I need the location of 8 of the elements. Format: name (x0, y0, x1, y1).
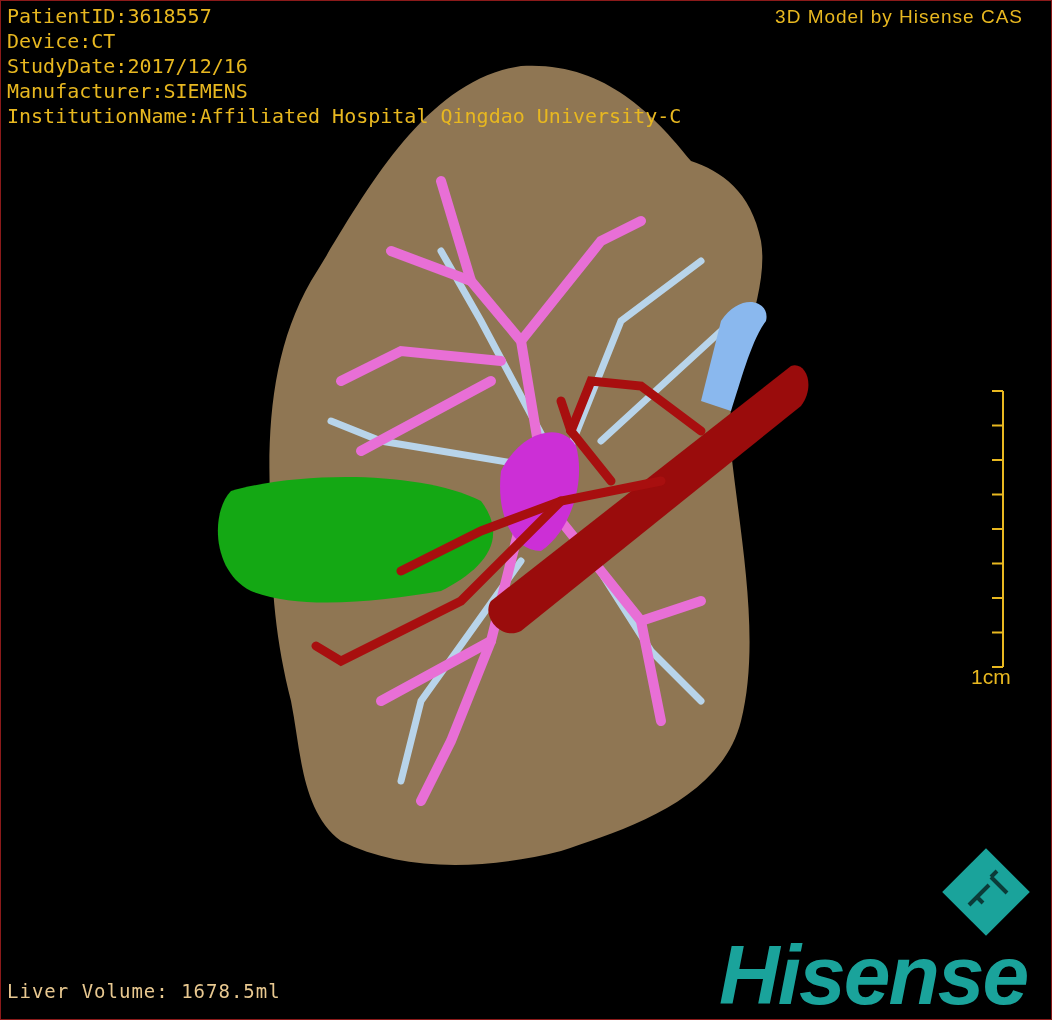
patient-info-text: Device:CT (7, 29, 117, 54)
patient-info-text: Manufacturer:SIEMENS (7, 79, 249, 104)
model-credit-text: 3D Model by Hisense CAS (775, 5, 1023, 29)
liver-volume-text: Liver Volume: 1678.5ml (7, 980, 281, 1002)
scale-label: 1cm (971, 665, 1011, 689)
patient-info-text: StudyDate:2017/12/16 (7, 54, 249, 79)
brand-logo-text: Hisense (719, 933, 1028, 1017)
patient-info-text: PatientID:3618557 (7, 4, 213, 29)
